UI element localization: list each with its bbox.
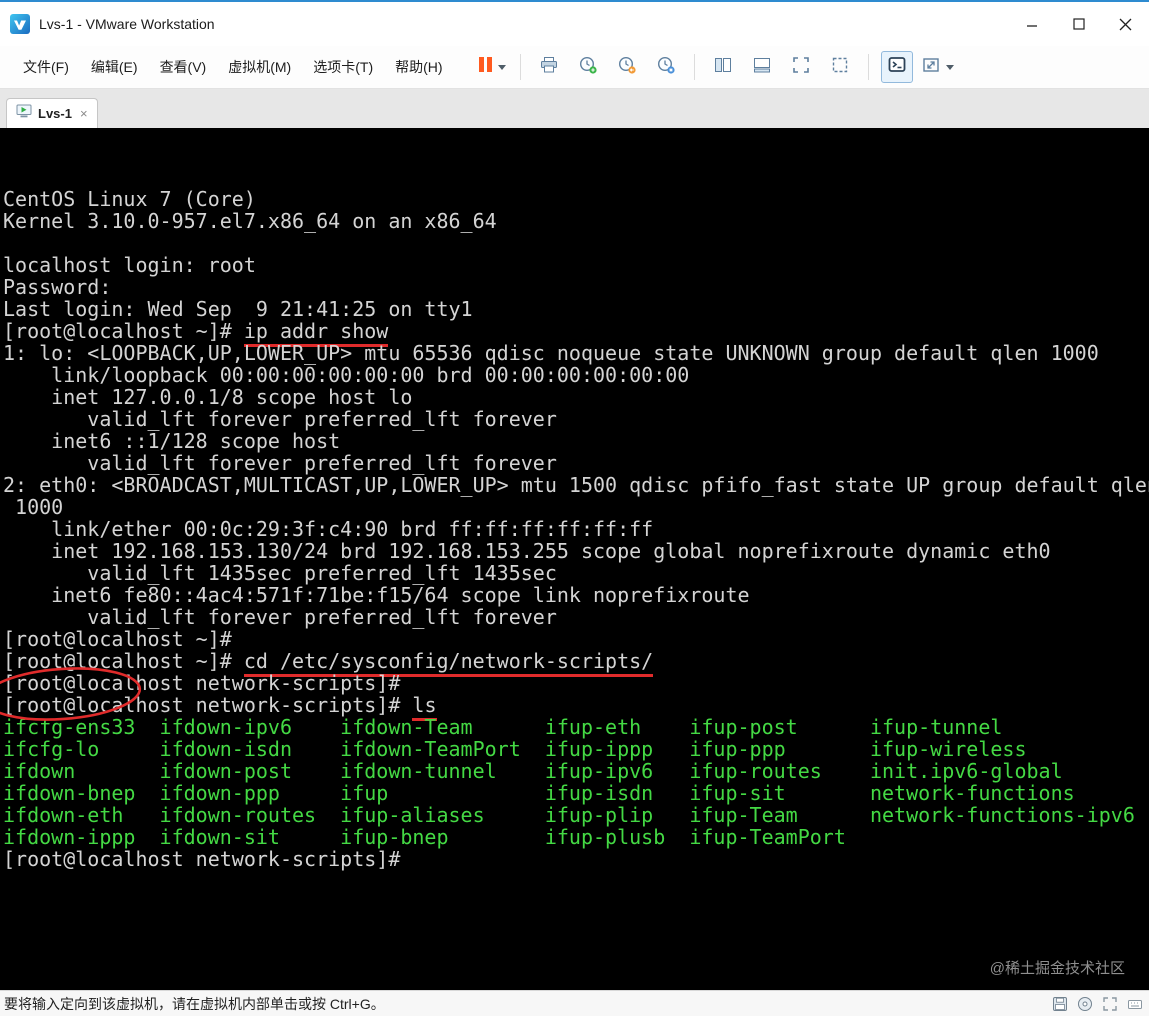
terminal-line: valid_lft forever preferred_lft forever (3, 451, 557, 475)
terminal-line: 1: lo: <LOOPBACK,UP,LOWER_UP> mtu 65536 … (3, 341, 1099, 365)
titlebar: Lvs-1 - VMware Workstation (0, 2, 1149, 46)
fullscreen-toggle-icon[interactable] (1102, 996, 1118, 1017)
vmware-window: Lvs-1 - VMware Workstation 文件(F) 编辑(E) 查看(… (0, 0, 1149, 1016)
terminal-line: valid_lft forever preferred_lft forever (3, 407, 557, 431)
toolbar-separator (519, 54, 521, 80)
menu-vm[interactable]: 虚拟机(M) (217, 52, 302, 82)
minimize-button[interactable] (1008, 2, 1055, 46)
terminal-line: Last login: Wed Sep 9 21:41:25 on tty1 (3, 297, 473, 321)
tab-label: Lvs-1 (38, 106, 72, 121)
terminal-line: [root@localhost network-scripts]# ls (3, 693, 1149, 721)
console-view-icon (887, 55, 907, 80)
suspend-button[interactable] (476, 51, 508, 83)
keyboard-input-icon[interactable] (1127, 996, 1143, 1017)
fit-guest-button[interactable] (920, 51, 955, 83)
menu-file[interactable]: 文件(F) (12, 52, 80, 82)
toolbar (476, 51, 955, 83)
terminal-line: 2: eth0: <BROADCAST,MULTICAST,UP,LOWER_U… (3, 473, 1149, 497)
terminal-line: [root@localhost ~]# (3, 627, 232, 651)
pause-icon (477, 57, 493, 77)
revert-snapshot-button[interactable] (611, 51, 643, 83)
toolbar-separator (867, 54, 869, 80)
terminal-line: Kernel 3.10.0-957.el7.x86_64 on an x86_6… (3, 209, 497, 233)
manage-snapshots-icon (656, 55, 676, 80)
terminal-line: ifdown ifdown-post ifdown-tunnel ifup-ip… (3, 759, 1063, 783)
terminal-line: Password: (3, 275, 112, 299)
status-device-icons (1052, 996, 1143, 1017)
show-library-icon (713, 55, 733, 80)
chevron-down-icon (945, 64, 954, 70)
menubar: 文件(F) 编辑(E) 查看(V) 虚拟机(M) 选项卡(T) 帮助(H) (0, 46, 1149, 89)
terminal-line: link/ether 00:0c:29:3f:c4:90 brd ff:ff:f… (3, 517, 654, 541)
terminal-line: link/loopback 00:00:00:00:00:00 brd 00:0… (3, 363, 690, 387)
send-ctrl-alt-del-button[interactable] (533, 51, 565, 83)
terminal-line: inet6 ::1/128 scope host (3, 429, 341, 453)
vmware-logo-icon (10, 14, 30, 34)
menu-items: 文件(F) 编辑(E) 查看(V) 虚拟机(M) 选项卡(T) 帮助(H) (0, 52, 454, 82)
terminal-line: inet6 fe80::4ac4:571f:71be:f15/64 scope … (3, 583, 750, 607)
terminal-line: localhost login: root (3, 253, 256, 277)
menu-help[interactable]: 帮助(H) (384, 52, 453, 82)
statusbar: 要将输入定向到该虚拟机，请在虚拟机内部单击或按 Ctrl+G。 (0, 990, 1149, 1016)
maximize-button[interactable] (1055, 2, 1102, 46)
unity-button[interactable] (824, 51, 856, 83)
console-view-button[interactable] (880, 51, 913, 83)
terminal-line: ifdown-ippp ifdown-sit ifup-bnep ifup-pl… (3, 825, 846, 849)
menu-edit[interactable]: 编辑(E) (80, 52, 149, 82)
menu-view[interactable]: 查看(V) (149, 52, 218, 82)
send-ctrl-alt-del-icon (539, 55, 559, 80)
watermark: @稀土掘金技术社区 (989, 960, 1125, 977)
vm-console[interactable]: CentOS Linux 7 (Core) Kernel 3.10.0-957.e… (0, 128, 1149, 990)
terminal-line: inet 192.168.153.130/24 brd 192.168.153.… (3, 539, 1051, 563)
take-snapshot-icon (578, 55, 598, 80)
show-thumbnail-bar-icon (752, 55, 772, 80)
unity-icon (830, 55, 850, 80)
terminal-line: 1000 (3, 495, 64, 519)
revert-snapshot-icon (617, 55, 637, 80)
status-message: 要将输入定向到该虚拟机，请在虚拟机内部单击或按 Ctrl+G。 (4, 996, 385, 1012)
window-title: Lvs-1 - VMware Workstation (39, 16, 215, 32)
close-button[interactable] (1102, 2, 1149, 46)
cd-dvd-icon[interactable] (1077, 996, 1093, 1017)
terminal-line: ifcfg-ens33 ifdown-ipv6 ifdown-Team ifup… (3, 715, 1003, 739)
show-library-button[interactable] (707, 51, 739, 83)
terminal-line: [root@localhost network-scripts]# (3, 847, 401, 871)
terminal-line: valid_lft 1435sec preferred_lft 1435sec (3, 561, 557, 585)
window-controls (1008, 2, 1149, 46)
terminal-line: [root@localhost ~]# cd /etc/sysconfig/ne… (3, 649, 1149, 677)
toolbar-separator (693, 54, 695, 80)
menu-tabs[interactable]: 选项卡(T) (302, 52, 384, 82)
fit-guest-icon (921, 55, 941, 80)
terminal-line: valid_lft forever preferred_lft forever (3, 605, 557, 629)
terminal-line: ifdown-bnep ifdown-ppp ifup ifup-isdn if… (3, 781, 1075, 805)
terminal-line: inet 127.0.0.1/8 scope host lo (3, 385, 413, 409)
chevron-down-icon (498, 64, 507, 70)
terminal-line: [root@localhost ~]# ip addr show (3, 319, 1149, 347)
fullscreen-button[interactable] (785, 51, 817, 83)
hard-disk-icon[interactable] (1052, 996, 1068, 1017)
terminal-output: CentOS Linux 7 (Core) Kernel 3.10.0-957.e… (3, 188, 1149, 870)
tab-lvs-1[interactable]: Lvs-1 × (6, 98, 98, 128)
terminal-line: ifcfg-lo ifdown-isdn ifdown-TeamPort ifu… (3, 737, 1027, 761)
tabbar: Lvs-1 × (0, 89, 1149, 128)
manage-snapshots-button[interactable] (650, 51, 682, 83)
fullscreen-icon (791, 55, 811, 80)
take-snapshot-button[interactable] (572, 51, 604, 83)
tab-close-icon[interactable]: × (80, 106, 88, 121)
terminal-line: CentOS Linux 7 (Core) (3, 187, 256, 211)
vm-screen-icon (16, 104, 32, 124)
terminal-line: ifdown-eth ifdown-routes ifup-aliases if… (3, 803, 1135, 827)
show-thumbnail-bar-button[interactable] (746, 51, 778, 83)
